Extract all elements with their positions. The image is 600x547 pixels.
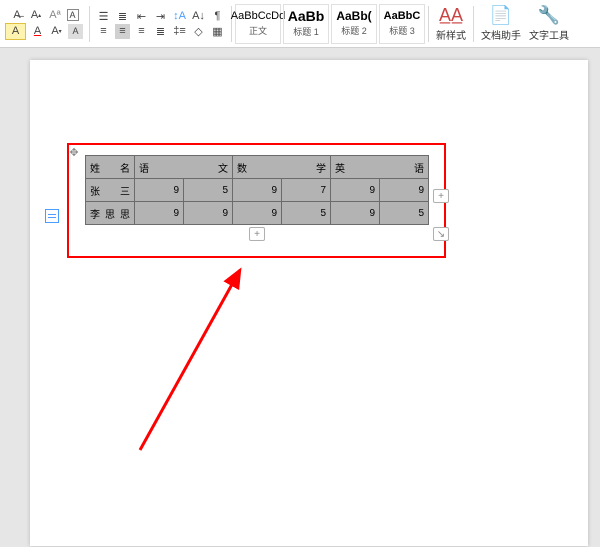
shading-icon[interactable]: ◇ bbox=[191, 24, 206, 39]
align-center-icon[interactable]: ≡ bbox=[115, 24, 130, 39]
align-justify-icon[interactable]: ≣ bbox=[153, 24, 168, 39]
style-gallery: AaBbCcDd 正文 AaBb 标题 1 AaBb( 标题 2 AaBbC 标… bbox=[235, 0, 425, 47]
add-column-handle[interactable]: + bbox=[433, 189, 449, 203]
cell[interactable]: 5 bbox=[184, 179, 233, 202]
borders-icon[interactable]: ▦ bbox=[210, 24, 225, 39]
text-tools-icon: 🔧 bbox=[538, 5, 560, 26]
section-marker-icon[interactable] bbox=[45, 209, 59, 223]
cell[interactable]: 9 bbox=[135, 202, 184, 225]
cell[interactable]: 5 bbox=[282, 202, 331, 225]
new-style-button[interactable]: A̲A̲ 新样式 bbox=[432, 5, 470, 42]
table-container: ✥ 姓名 语文 数学 英语 张三 9 5 9 7 9 9 bbox=[85, 155, 429, 225]
text-tools-button[interactable]: 🔧 文字工具 bbox=[525, 5, 573, 42]
sort-icon[interactable]: A↓ bbox=[191, 9, 206, 24]
header-chinese[interactable]: 语文 bbox=[135, 156, 233, 179]
align-right-icon[interactable]: ≡ bbox=[134, 24, 149, 39]
text-direction-icon[interactable]: ↕A bbox=[172, 9, 187, 24]
change-case-icon[interactable]: Aª bbox=[48, 8, 63, 23]
ribbon-toolbar: A̶ A▴ Aª A A A A▾ A ☰ ≣ ⇤ ⇥ ↕A A↓ ¶ ≡ ≡ … bbox=[0, 0, 600, 48]
table-header-row: 姓名 语文 数学 英语 bbox=[86, 156, 429, 179]
cell[interactable]: 9 bbox=[233, 202, 282, 225]
line-spacing-icon[interactable]: ‡≡ bbox=[172, 24, 187, 39]
header-math[interactable]: 数学 bbox=[233, 156, 331, 179]
decrease-indent-icon[interactable]: ⇤ bbox=[134, 9, 149, 24]
font-format-group: A̶ A▴ Aª A A A A▾ A bbox=[2, 0, 86, 47]
style-heading-3[interactable]: AaBbC 标题 3 bbox=[379, 4, 425, 44]
numbered-list-icon[interactable]: ≣ bbox=[115, 9, 130, 24]
highlight-icon[interactable]: A bbox=[5, 23, 26, 40]
table-row: 李思思 9 9 9 5 9 5 bbox=[86, 202, 429, 225]
separator bbox=[473, 6, 474, 42]
resize-table-handle[interactable]: ↘ bbox=[433, 227, 449, 241]
header-name[interactable]: 姓名 bbox=[86, 156, 135, 179]
doc-assistant-button[interactable]: 📄 文档助手 bbox=[477, 5, 525, 42]
cell[interactable]: 9 bbox=[135, 179, 184, 202]
style-normal[interactable]: AaBbCcDd 正文 bbox=[235, 4, 281, 44]
workspace: ✥ 姓名 语文 数学 英语 张三 9 5 9 7 9 9 bbox=[0, 48, 600, 547]
cell[interactable]: 9 bbox=[184, 202, 233, 225]
cell[interactable]: 9 bbox=[331, 202, 380, 225]
subscript-icon[interactable]: A▾ bbox=[49, 24, 64, 39]
style-heading-2[interactable]: AaBb( 标题 2 bbox=[331, 4, 377, 44]
align-left-icon[interactable]: ≡ bbox=[96, 24, 111, 39]
data-table[interactable]: 姓名 语文 数学 英语 张三 9 5 9 7 9 9 李思思 9 9 bbox=[85, 155, 429, 225]
show-marks-icon[interactable]: ¶ bbox=[210, 9, 225, 24]
cell[interactable]: 9 bbox=[331, 179, 380, 202]
add-row-handle[interactable]: + bbox=[249, 227, 265, 241]
table-move-handle[interactable]: ✥ bbox=[69, 147, 79, 157]
cell-name[interactable]: 张三 bbox=[86, 179, 135, 202]
font-color-icon[interactable]: A bbox=[30, 24, 45, 39]
char-shading-icon[interactable]: A bbox=[68, 24, 83, 39]
separator bbox=[428, 6, 429, 42]
increase-indent-icon[interactable]: ⇥ bbox=[153, 9, 168, 24]
cell[interactable]: 7 bbox=[282, 179, 331, 202]
paragraph-group: ☰ ≣ ⇤ ⇥ ↕A A↓ ¶ ≡ ≡ ≡ ≣ ‡≡ ◇ ▦ bbox=[93, 0, 228, 47]
cell-name[interactable]: 李思思 bbox=[86, 202, 135, 225]
superscript-icon[interactable]: A▴ bbox=[29, 8, 44, 23]
bullet-list-icon[interactable]: ☰ bbox=[96, 9, 111, 24]
separator bbox=[89, 6, 90, 42]
table-row: 张三 9 5 9 7 9 9 bbox=[86, 179, 429, 202]
new-style-icon: A̲A̲ bbox=[439, 5, 463, 26]
char-border-icon[interactable]: A bbox=[67, 9, 79, 21]
font-size-decrease-icon[interactable]: A̶ bbox=[10, 8, 25, 23]
doc-assistant-icon: 📄 bbox=[490, 5, 512, 26]
cell[interactable]: 5 bbox=[380, 202, 429, 225]
style-heading-1[interactable]: AaBb 标题 1 bbox=[283, 4, 329, 44]
annotation-arrow bbox=[120, 260, 280, 460]
document-page[interactable]: ✥ 姓名 语文 数学 英语 张三 9 5 9 7 9 9 bbox=[30, 60, 588, 546]
cell[interactable]: 9 bbox=[233, 179, 282, 202]
cell[interactable]: 9 bbox=[380, 179, 429, 202]
header-english[interactable]: 英语 bbox=[331, 156, 429, 179]
